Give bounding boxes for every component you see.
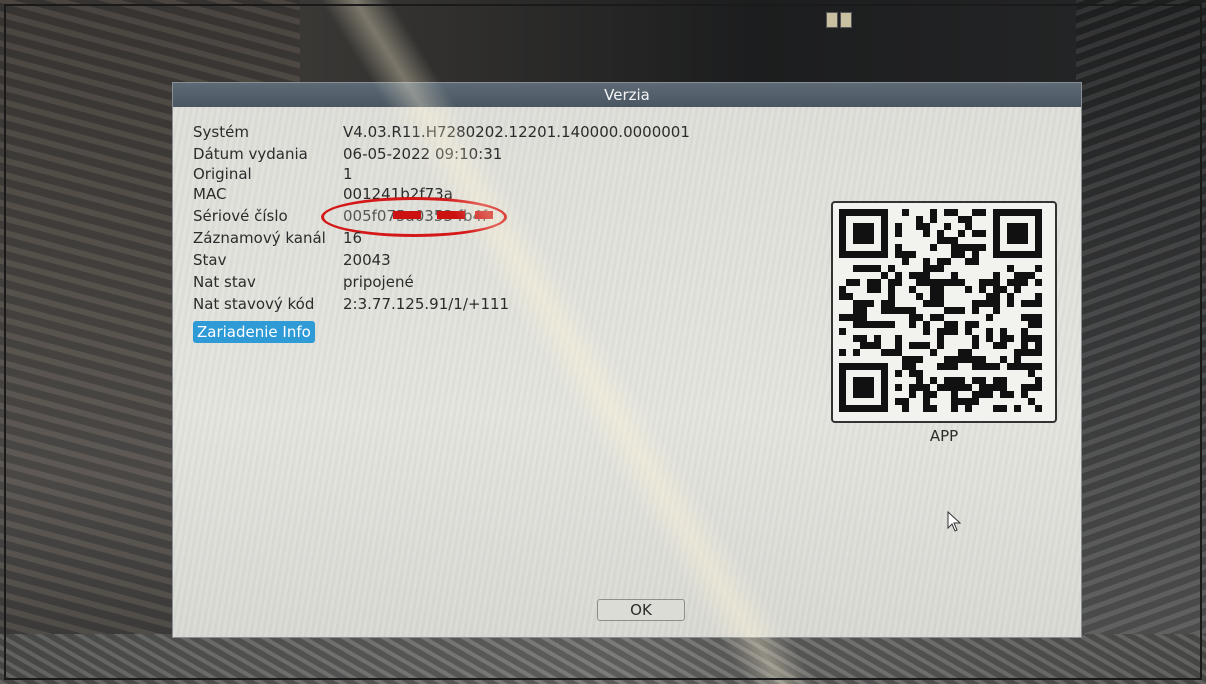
info-value: 20043 [343,251,391,269]
info-label: Systém [193,123,249,141]
background-pavement [0,634,1206,684]
dialog-title: Verzia [173,83,1081,107]
info-value: V4.03.R11.H7280202.12201.140000.0000001 [343,123,690,141]
info-value: 1 [343,165,353,183]
info-value: 2:3.77.125.91/1/+111 [343,295,510,313]
info-label: Sériové číslo [193,207,288,225]
info-value: 16 [343,229,363,247]
info-label: Dátum vydania [193,145,308,163]
window-icon [826,12,852,28]
version-dialog: Verzia Systém V4.03.R11.H7280202.12201.1… [172,82,1082,638]
info-value: pripojené [343,273,414,291]
info-label: Original [193,165,252,183]
ok-button[interactable]: OK [597,599,685,621]
camera-feed-background: Verzia Systém V4.03.R11.H7280202.12201.1… [0,0,1206,684]
info-label: Záznamový kanál [193,229,326,247]
device-info-button[interactable]: Zariadenie Info [193,321,315,343]
info-label: Nat stav [193,273,256,291]
qr-code-graphic [839,209,1042,412]
background-top [300,0,1206,90]
background-right [1076,0,1206,684]
mouse-pointer-icon [947,511,962,532]
qr-caption: APP [929,427,959,445]
info-label: MAC [193,185,227,203]
info-label: Stav [193,251,227,269]
qr-code-icon [831,201,1057,423]
info-value: 06-05-2022 09:10:31 [343,145,503,163]
info-label: Nat stavový kód [193,295,315,313]
